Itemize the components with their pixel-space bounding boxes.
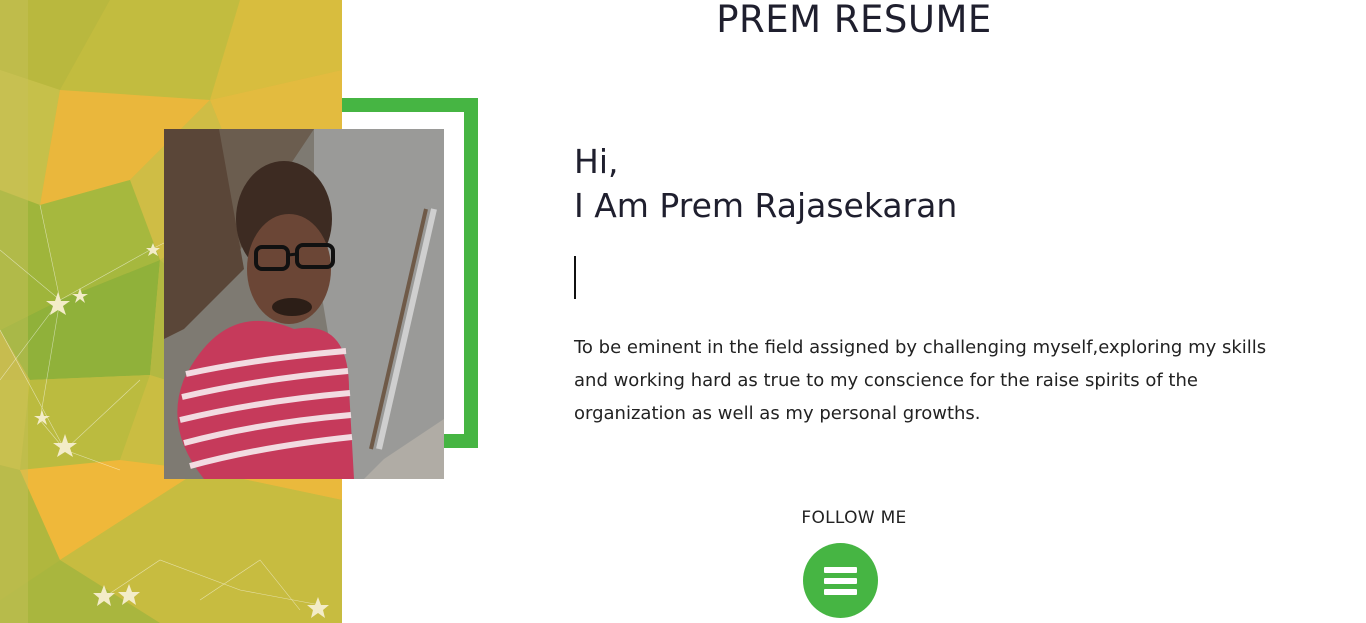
greeting-line-hi: Hi, [574,142,619,181]
typing-cursor [574,256,576,299]
follow-me-label: FOLLOW ME [801,508,907,528]
profile-photo [164,129,444,479]
hamburger-menu-icon [824,566,857,595]
career-objective-text: To be eminent in the field assigned by c… [574,337,1267,424]
greeting-heading: Hi, I Am Prem Rajasekaran [574,140,1274,228]
greeting-line-name: I Am Prem Rajasekaran [574,186,958,225]
follow-menu-button[interactable] [803,543,878,618]
page-title: PREM RESUME [716,0,992,41]
profile-photo-image [164,129,444,479]
